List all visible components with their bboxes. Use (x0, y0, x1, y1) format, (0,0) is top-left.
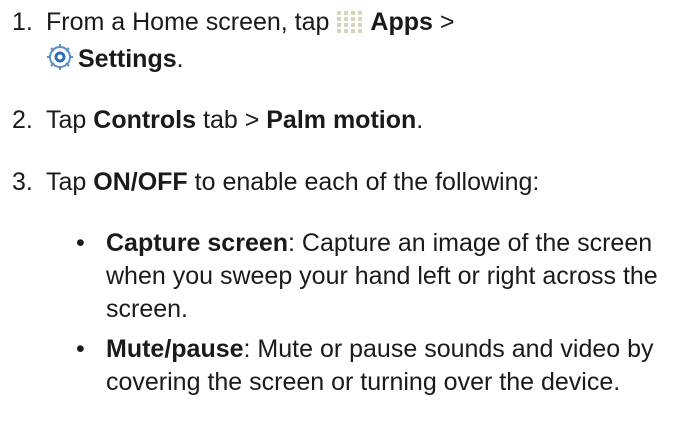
bullet-term: Capture screen (106, 229, 289, 257)
bullet-marker: • (76, 335, 85, 363)
step-text: Tap ON/OFF to enable each of the followi… (46, 168, 540, 196)
bullet-text: Mute/pause: Mute or pause sounds and vid… (106, 335, 654, 396)
settings-label: Settings (78, 45, 177, 73)
bullet-text: Capture screen: Capture an image of the … (106, 229, 658, 323)
step-text: From a Home screen, tap Apps > Settings. (46, 6, 672, 80)
bullet-mute-pause: • Mute/pause: Mute or pause sounds and v… (76, 333, 676, 399)
step-text: Tap Controls tab > Palm motion. (46, 106, 424, 134)
step-number: 1. (12, 8, 33, 36)
step-2: 2. Tap Controls tab > Palm motion. (12, 104, 672, 137)
settings-gear-icon (46, 43, 74, 80)
apps-grid-icon (336, 10, 366, 43)
step-number: 3. (12, 168, 33, 196)
step-1: 1. From a Home screen, tap Apps > Settin… (12, 6, 672, 80)
controls-label: Controls (93, 106, 197, 134)
on-off-label: ON/OFF (93, 168, 188, 196)
palm-motion-label: Palm motion (266, 106, 417, 134)
bullet-capture-screen: • Capture screen: Capture an image of th… (76, 227, 676, 326)
instruction-page: 1. From a Home screen, tap Apps > Settin… (0, 0, 681, 441)
step-number: 2. (12, 106, 33, 134)
bullet-marker: • (76, 229, 85, 257)
bullet-term: Mute/pause (106, 335, 244, 363)
step-3: 3. Tap ON/OFF to enable each of the foll… (12, 166, 672, 199)
apps-label: Apps (370, 8, 433, 36)
